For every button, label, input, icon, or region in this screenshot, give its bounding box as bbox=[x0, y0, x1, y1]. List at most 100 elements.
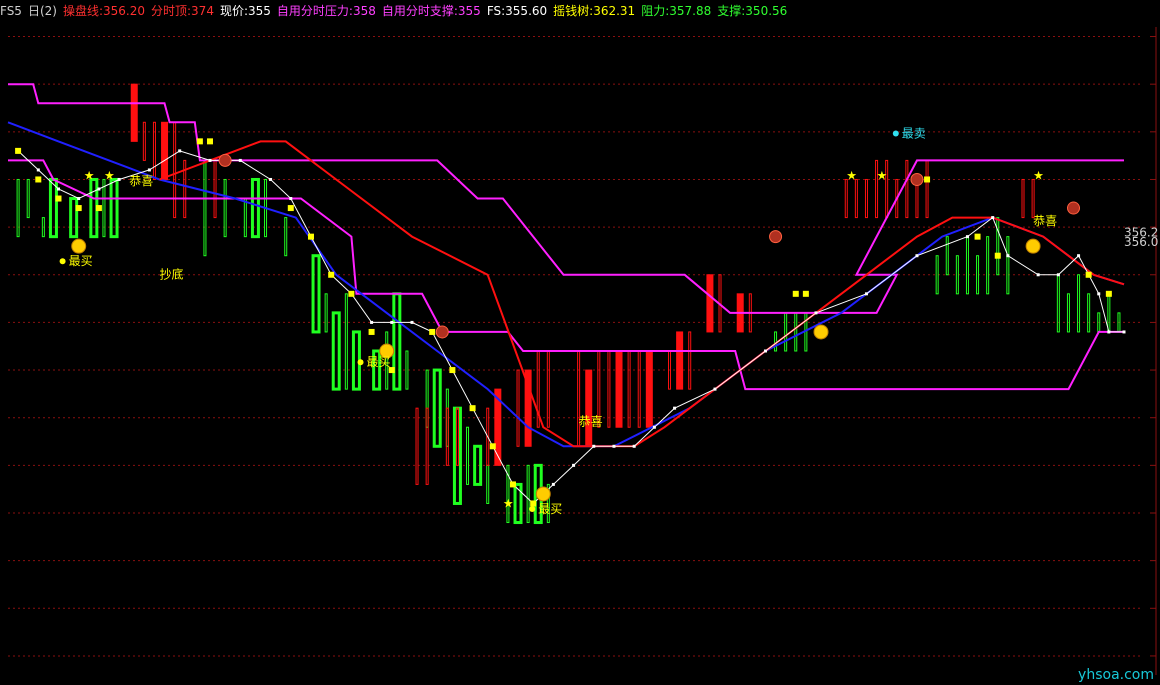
yellow-marker bbox=[469, 405, 476, 412]
price-point bbox=[1036, 273, 1040, 277]
green-bar bbox=[324, 293, 328, 333]
price-point bbox=[390, 320, 394, 324]
smiley-face-icon bbox=[1025, 238, 1041, 254]
green-bar bbox=[935, 255, 939, 295]
green-bar bbox=[284, 217, 288, 257]
red-bar bbox=[676, 331, 684, 390]
yellow-marker bbox=[75, 205, 82, 212]
green-bar bbox=[250, 177, 260, 239]
yellow-marker bbox=[1105, 290, 1112, 297]
price-point bbox=[864, 292, 868, 296]
price-point bbox=[117, 177, 121, 181]
label-dot bbox=[892, 130, 899, 137]
red-bar bbox=[1031, 178, 1035, 219]
red-bar bbox=[130, 83, 138, 142]
green-bar bbox=[996, 217, 1000, 276]
chart-label: 最买 bbox=[367, 355, 391, 369]
yellow-marker bbox=[95, 205, 102, 212]
green-bar bbox=[109, 177, 119, 239]
yellow-marker bbox=[348, 290, 355, 297]
price-point bbox=[551, 482, 555, 486]
label-dot bbox=[529, 506, 536, 512]
smiley-face-icon bbox=[535, 486, 551, 502]
chart-label: 最买 bbox=[69, 254, 93, 268]
yellow-marker bbox=[509, 481, 516, 488]
green-bar bbox=[432, 368, 442, 448]
red-bar bbox=[516, 369, 520, 447]
green-bar bbox=[486, 464, 490, 504]
intraday-chart: ★ ★★★ ★ ★最买抄底恭喜最买恭喜最买最卖恭喜356.2356.0 bbox=[7, 27, 1158, 675]
price-point bbox=[1107, 330, 1111, 334]
red-bar bbox=[637, 350, 641, 428]
green-bar bbox=[784, 312, 788, 352]
red-bar bbox=[585, 369, 593, 447]
yellow-marker bbox=[792, 290, 799, 297]
price-point bbox=[763, 349, 767, 353]
green-bar bbox=[1056, 274, 1060, 333]
yellow-marker bbox=[287, 205, 294, 212]
green-bar bbox=[243, 198, 247, 238]
red-ball-marker bbox=[218, 153, 232, 167]
chart-label: 356.0 bbox=[1124, 235, 1158, 249]
smiley-face-icon bbox=[71, 238, 87, 254]
price-point bbox=[36, 168, 40, 172]
red-ball-marker bbox=[1067, 201, 1081, 215]
chart-label: 抄底 bbox=[159, 267, 183, 282]
label-dot bbox=[357, 359, 364, 366]
red-bar bbox=[152, 121, 156, 180]
smiley-face-icon bbox=[813, 324, 829, 340]
green-bar bbox=[1087, 293, 1091, 333]
red-bar bbox=[546, 350, 550, 428]
price-point bbox=[915, 254, 919, 258]
star-icon: ★ bbox=[503, 496, 514, 510]
red-bar bbox=[905, 159, 909, 219]
price-point bbox=[97, 187, 101, 191]
yellow-marker bbox=[368, 328, 375, 335]
price-point bbox=[1077, 254, 1081, 258]
green-bar bbox=[1066, 293, 1070, 333]
label-dot bbox=[59, 258, 66, 265]
red-bar bbox=[706, 274, 714, 333]
red-bar bbox=[455, 407, 459, 466]
chart-label: 恭喜 bbox=[579, 414, 603, 428]
green-bar bbox=[203, 159, 207, 257]
price-point bbox=[814, 311, 818, 315]
yellow-marker bbox=[449, 367, 456, 374]
green-bar bbox=[405, 350, 409, 390]
yellow-marker bbox=[328, 271, 335, 278]
price-point bbox=[673, 406, 677, 410]
price-point bbox=[1122, 330, 1126, 334]
watermark: yhsoa.com bbox=[1078, 667, 1154, 683]
red-bar bbox=[854, 178, 858, 219]
price-point bbox=[370, 320, 374, 324]
red-bar bbox=[607, 350, 611, 428]
series-red_ma bbox=[159, 140, 1125, 448]
green-bar bbox=[452, 406, 462, 505]
price-point bbox=[592, 444, 596, 448]
red-bar bbox=[142, 121, 146, 161]
red-bar bbox=[615, 350, 623, 428]
price-point bbox=[56, 187, 60, 191]
yellow-marker bbox=[994, 252, 1001, 259]
price-point bbox=[77, 197, 81, 201]
red-bar bbox=[415, 407, 419, 485]
green-bar bbox=[794, 312, 798, 352]
yellow-marker bbox=[974, 233, 981, 240]
price-point bbox=[632, 444, 636, 448]
green-bar bbox=[965, 236, 969, 295]
star-icon: ★ bbox=[846, 168, 857, 182]
red-ball-marker bbox=[769, 230, 783, 244]
chart-label: 恭喜 bbox=[129, 174, 153, 188]
red-bar bbox=[425, 407, 429, 485]
red-bar bbox=[925, 159, 929, 219]
price-point bbox=[147, 168, 151, 172]
star-icon: ★ bbox=[104, 168, 115, 182]
green-bar bbox=[311, 254, 321, 334]
price-point bbox=[1056, 273, 1060, 277]
green-bar bbox=[344, 293, 348, 390]
green-bar bbox=[774, 331, 778, 352]
green-bar bbox=[526, 464, 530, 524]
red-bar bbox=[445, 407, 449, 466]
yellow-marker bbox=[802, 290, 809, 297]
yellow-marker bbox=[15, 147, 22, 154]
